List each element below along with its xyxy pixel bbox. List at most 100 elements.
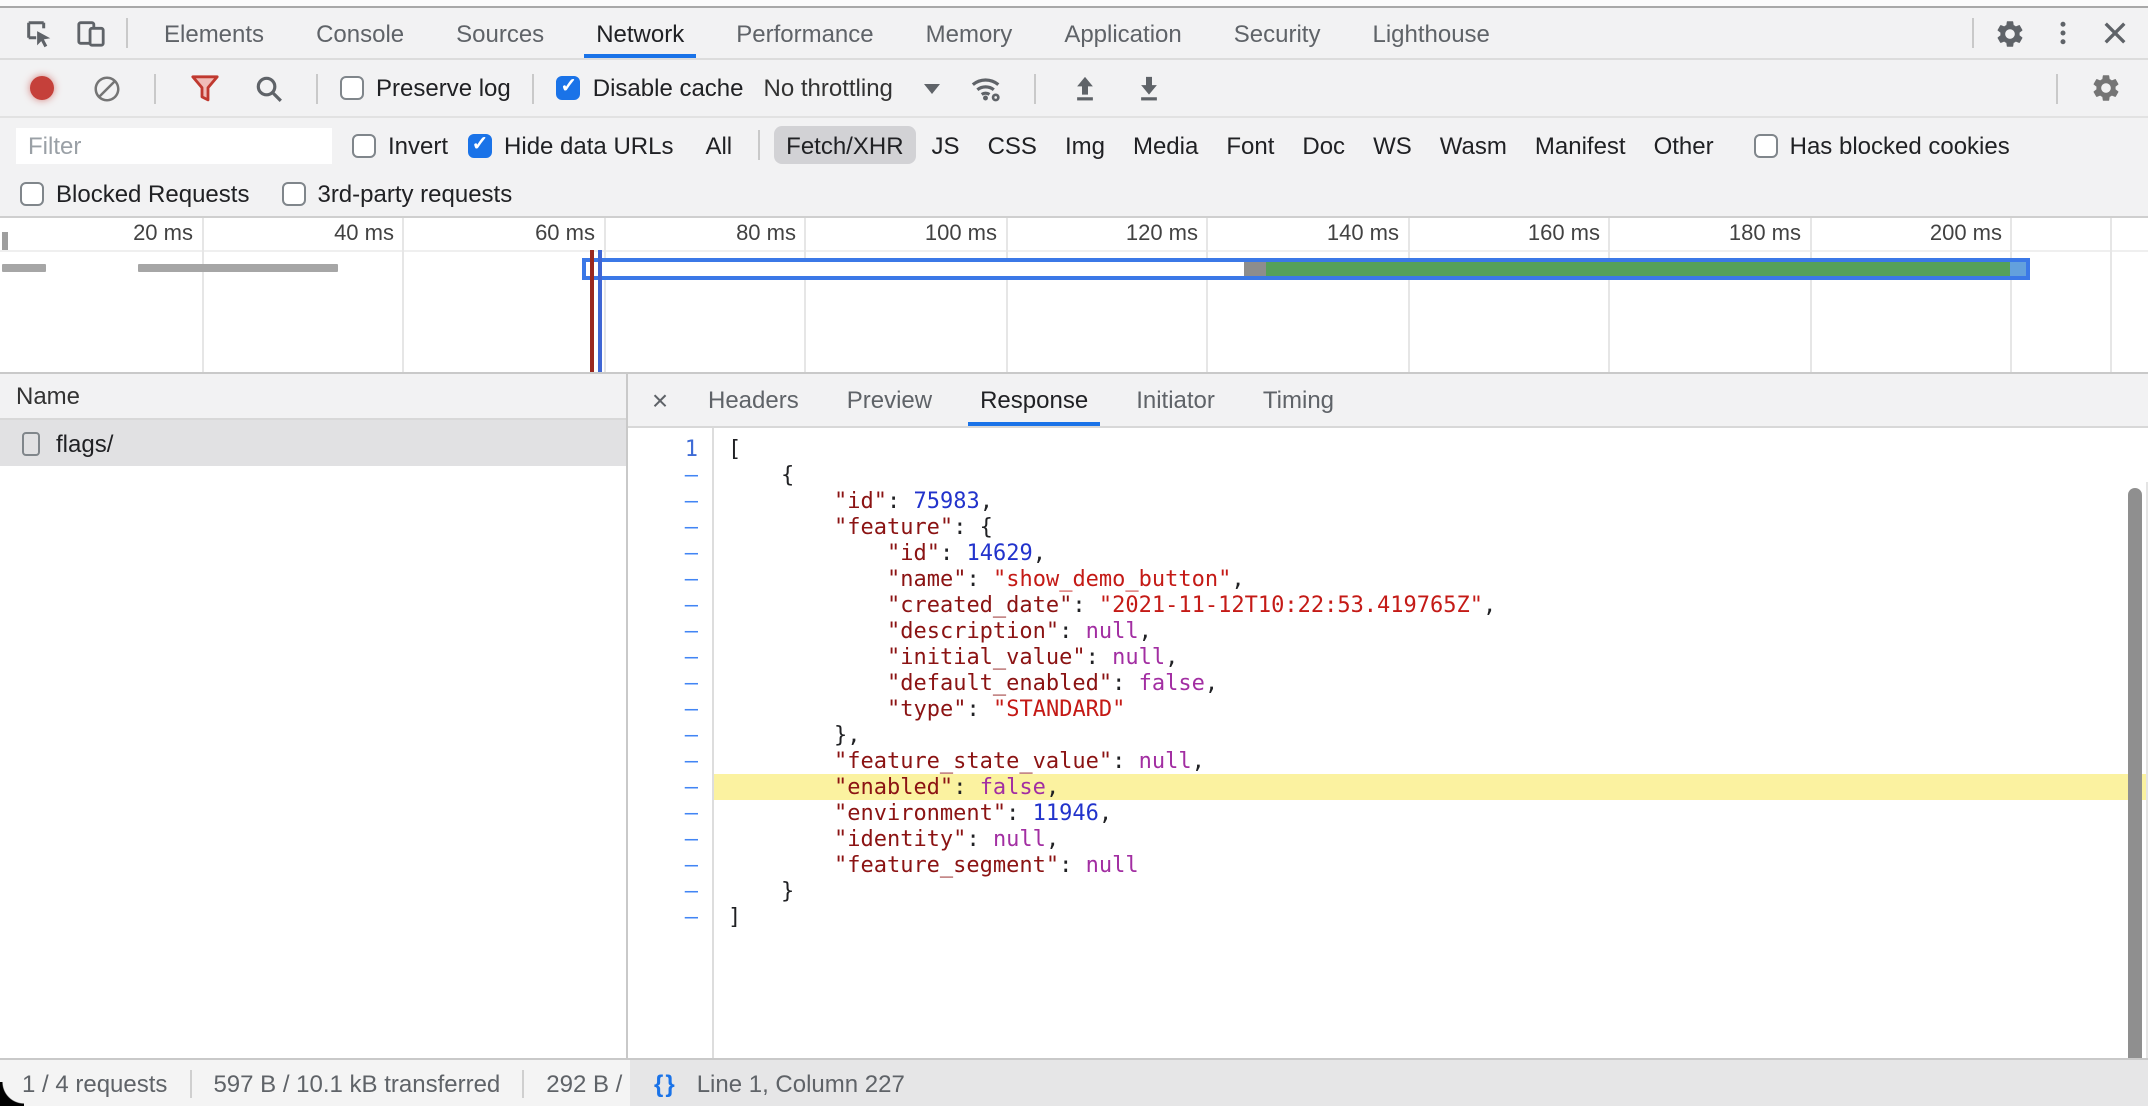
response-line: – "feature_segment": null	[628, 852, 2148, 878]
fold-marker[interactable]: –	[628, 800, 712, 826]
detail-tab-headers[interactable]: Headers	[684, 374, 823, 426]
fold-marker[interactable]: –	[628, 618, 712, 644]
fold-marker[interactable]: –	[628, 696, 712, 722]
has-blocked-cookies-checkbox[interactable]: Has blocked cookies	[1754, 131, 2010, 159]
tab-elements[interactable]: Elements	[138, 8, 290, 58]
request-bar-1[interactable]	[2, 264, 46, 272]
kebab-menu-icon[interactable]	[2036, 8, 2088, 58]
checkbox-icon[interactable]	[352, 133, 376, 157]
preserve-log-checkbox[interactable]: Preserve log	[340, 74, 511, 102]
type-filter-ws[interactable]: WS	[1361, 126, 1424, 164]
fold-marker[interactable]: –	[628, 774, 712, 800]
response-line: – "name": "show_demo_button",	[628, 566, 2148, 592]
type-filter-img[interactable]: Img	[1053, 126, 1117, 164]
fold-marker[interactable]: –	[628, 488, 712, 514]
request-bar-2[interactable]	[138, 264, 338, 272]
fold-marker[interactable]: –	[628, 722, 712, 748]
detail-tab-response[interactable]: Response	[956, 374, 1112, 426]
fold-marker[interactable]: –	[628, 540, 712, 566]
vertical-scrollbar[interactable]	[2128, 488, 2142, 1058]
type-filter-font[interactable]: Font	[1214, 126, 1286, 164]
fold-marker[interactable]: –	[628, 566, 712, 592]
type-filter-doc[interactable]: Doc	[1290, 126, 1357, 164]
tab-console[interactable]: Console	[290, 8, 430, 58]
tab-network[interactable]: Network	[570, 8, 710, 58]
tab-security[interactable]: Security	[1208, 8, 1347, 58]
clear-network-log-icon[interactable]	[80, 73, 132, 103]
throttling-select[interactable]: No throttling	[756, 74, 949, 102]
tab-performance[interactable]: Performance	[710, 8, 899, 58]
fold-marker[interactable]: –	[628, 904, 712, 930]
detail-tab-timing[interactable]: Timing	[1239, 374, 1358, 426]
network-overview-timeline[interactable]: 20 ms40 ms60 ms80 ms100 ms120 ms140 ms16…	[0, 218, 2148, 374]
network-toolbar: Preserve log ✓ Disable cache No throttli…	[0, 60, 2148, 118]
search-icon[interactable]	[242, 73, 294, 103]
checkbox-icon[interactable]	[1754, 133, 1778, 157]
fold-marker[interactable]: –	[628, 644, 712, 670]
tab-memory[interactable]: Memory	[900, 8, 1039, 58]
fold-marker[interactable]: –	[628, 878, 712, 904]
network-conditions-icon[interactable]	[961, 72, 1013, 104]
hide-data-urls-checkbox[interactable]: ✓ Hide data URLs	[468, 131, 673, 159]
fold-marker[interactable]: –	[628, 462, 712, 488]
settings-gear-icon[interactable]	[1984, 8, 2036, 58]
filter-funnel-icon[interactable]	[178, 73, 230, 103]
network-summary: 1 / 4 requests597 B / 10.1 kB transferre…	[0, 1060, 630, 1106]
checkbox-checked-icon[interactable]: ✓	[468, 133, 492, 157]
selected-request-bar[interactable]	[583, 258, 2030, 280]
close-icon[interactable]	[2088, 8, 2140, 58]
phase-finish	[2010, 262, 2026, 276]
request-row-selected[interactable]: flags/	[0, 420, 626, 466]
phase-stalled	[1244, 262, 1266, 276]
request-name: flags/	[56, 429, 113, 457]
type-filter-css[interactable]: CSS	[976, 126, 1049, 164]
export-har-icon[interactable]	[1123, 73, 1175, 103]
hide-data-urls-label: Hide data URLs	[504, 131, 673, 159]
fold-marker[interactable]: –	[628, 514, 712, 540]
type-filter-js[interactable]: JS	[920, 126, 972, 164]
throttling-value: No throttling	[764, 74, 893, 102]
divider	[1972, 18, 1974, 48]
type-filter-wasm[interactable]: Wasm	[1428, 126, 1519, 164]
filter-input[interactable]	[16, 127, 332, 163]
fold-marker[interactable]: –	[628, 592, 712, 618]
tab-application[interactable]: Application	[1038, 8, 1207, 58]
code-text: "feature_state_value": null,	[712, 748, 2148, 774]
fold-marker[interactable]: –	[628, 748, 712, 774]
inspect-element-icon[interactable]	[12, 8, 64, 58]
type-filter-media[interactable]: Media	[1121, 126, 1210, 164]
status-bar: 1 / 4 requests597 B / 10.1 kB transferre…	[0, 1058, 2148, 1106]
device-toolbar-icon[interactable]	[64, 8, 116, 58]
disable-cache-checkbox[interactable]: ✓ Disable cache	[557, 74, 744, 102]
checkbox-icon[interactable]	[340, 76, 364, 100]
type-filter-all[interactable]: All	[693, 126, 744, 164]
network-settings-gear-icon[interactable]	[2080, 72, 2132, 104]
response-line: – "feature_state_value": null,	[628, 748, 2148, 774]
checkbox-icon[interactable]	[20, 182, 44, 206]
pretty-print-button[interactable]: {}	[654, 1069, 677, 1097]
third-party-requests-checkbox[interactable]: 3rd-party requests	[281, 180, 512, 208]
dom-content-loaded-line	[591, 250, 594, 372]
tab-sources[interactable]: Sources	[430, 8, 570, 58]
fold-marker[interactable]: –	[628, 826, 712, 852]
close-detail-icon[interactable]: ×	[636, 374, 684, 426]
invert-checkbox[interactable]: Invert	[352, 131, 448, 159]
name-column-header[interactable]: Name	[0, 374, 626, 420]
checkbox-icon[interactable]	[281, 182, 305, 206]
has-blocked-cookies-label: Has blocked cookies	[1790, 131, 2010, 159]
fold-marker[interactable]: –	[628, 852, 712, 878]
invert-label: Invert	[388, 131, 448, 159]
fold-marker[interactable]: –	[628, 670, 712, 696]
record-button[interactable]	[30, 76, 54, 100]
detail-tab-initiator[interactable]: Initiator	[1112, 374, 1239, 426]
blocked-requests-checkbox[interactable]: Blocked Requests	[20, 180, 249, 208]
tab-lighthouse[interactable]: Lighthouse	[1346, 8, 1515, 58]
devtools-window: ElementsConsoleSourcesNetworkPerformance…	[0, 0, 2148, 1106]
type-filter-other[interactable]: Other	[1642, 126, 1726, 164]
checkbox-checked-icon[interactable]: ✓	[557, 76, 581, 100]
type-filter-manifest[interactable]: Manifest	[1523, 126, 1638, 164]
file-icon	[22, 431, 40, 455]
detail-tab-preview[interactable]: Preview	[823, 374, 956, 426]
type-filter-fetch-xhr[interactable]: Fetch/XHR	[774, 126, 915, 164]
import-har-icon[interactable]	[1059, 73, 1111, 103]
